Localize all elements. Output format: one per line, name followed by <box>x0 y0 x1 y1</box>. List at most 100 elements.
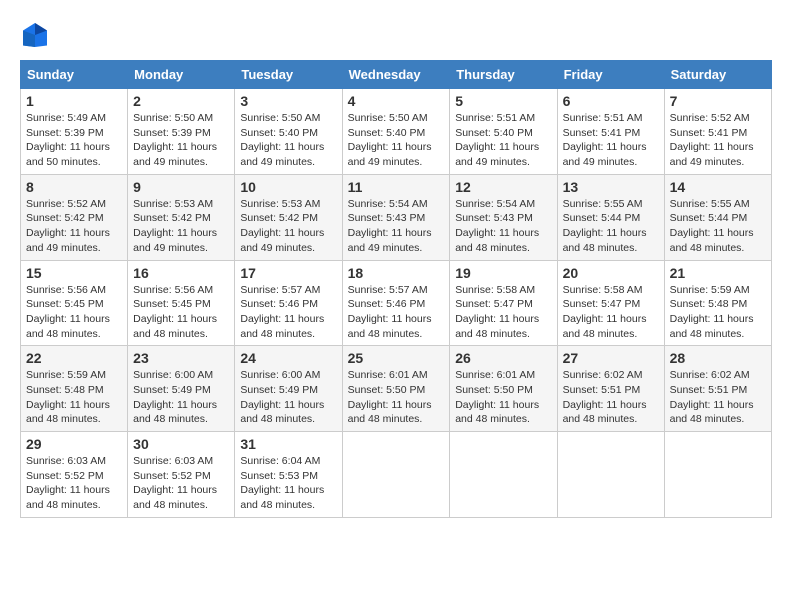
logo-icon <box>20 20 50 50</box>
day-info: Sunrise: 5:53 AM Sunset: 5:42 PM Dayligh… <box>133 197 229 256</box>
calendar-cell: 6 Sunrise: 5:51 AM Sunset: 5:41 PM Daylig… <box>557 89 664 175</box>
calendar-cell: 18 Sunrise: 5:57 AM Sunset: 5:46 PM Dayli… <box>342 260 450 346</box>
calendar-cell: 28Sunrise: 6:02 AM Sunset: 5:51 PM Dayli… <box>664 346 771 432</box>
day-number: 12 <box>455 179 551 195</box>
header-monday: Monday <box>128 61 235 89</box>
calendar-cell: 7Sunrise: 5:52 AM Sunset: 5:41 PM Daylig… <box>664 89 771 175</box>
day-number: 16 <box>133 265 229 281</box>
calendar-cell: 13 Sunrise: 5:55 AM Sunset: 5:44 PM Dayli… <box>557 174 664 260</box>
day-number: 24 <box>240 350 336 366</box>
day-number: 2 <box>133 93 229 109</box>
day-info: Sunrise: 5:57 AM Sunset: 5:46 PM Dayligh… <box>240 283 336 342</box>
calendar-cell: 25 Sunrise: 6:01 AM Sunset: 5:50 PM Dayli… <box>342 346 450 432</box>
day-number: 31 <box>240 436 336 452</box>
calendar-cell: 5 Sunrise: 5:51 AM Sunset: 5:40 PM Daylig… <box>450 89 557 175</box>
day-info: Sunrise: 5:56 AM Sunset: 5:45 PM Dayligh… <box>26 283 122 342</box>
calendar-cell: 29 Sunrise: 6:03 AM Sunset: 5:52 PM Dayli… <box>21 432 128 518</box>
day-number: 21 <box>670 265 766 281</box>
calendar-cell: 12 Sunrise: 5:54 AM Sunset: 5:43 PM Dayli… <box>450 174 557 260</box>
page-header <box>20 20 772 50</box>
calendar-cell: 17 Sunrise: 5:57 AM Sunset: 5:46 PM Dayli… <box>235 260 342 346</box>
calendar-week-row: 1 Sunrise: 5:49 AM Sunset: 5:39 PM Daylig… <box>21 89 772 175</box>
calendar-cell: 24 Sunrise: 6:00 AM Sunset: 5:49 PM Dayli… <box>235 346 342 432</box>
day-number: 5 <box>455 93 551 109</box>
calendar-cell: 11 Sunrise: 5:54 AM Sunset: 5:43 PM Dayli… <box>342 174 450 260</box>
day-info: Sunrise: 5:55 AM Sunset: 5:44 PM Dayligh… <box>563 197 659 256</box>
day-number: 25 <box>348 350 445 366</box>
day-number: 26 <box>455 350 551 366</box>
calendar-cell: 14 Sunrise: 5:55 AM Sunset: 5:44 PM Dayli… <box>664 174 771 260</box>
day-info: Sunrise: 6:04 AM Sunset: 5:53 PM Dayligh… <box>240 454 336 513</box>
day-info: Sunrise: 5:55 AM Sunset: 5:44 PM Dayligh… <box>670 197 766 256</box>
day-number: 29 <box>26 436 122 452</box>
day-number: 22 <box>26 350 122 366</box>
day-number: 27 <box>563 350 659 366</box>
day-number: 23 <box>133 350 229 366</box>
day-info: Sunrise: 6:03 AM Sunset: 5:52 PM Dayligh… <box>133 454 229 513</box>
calendar-cell <box>557 432 664 518</box>
day-info: Sunrise: 5:54 AM Sunset: 5:43 PM Dayligh… <box>455 197 551 256</box>
day-info: Sunrise: 5:50 AM Sunset: 5:40 PM Dayligh… <box>240 111 336 170</box>
day-number: 10 <box>240 179 336 195</box>
day-number: 4 <box>348 93 445 109</box>
day-number: 1 <box>26 93 122 109</box>
calendar-cell: 22Sunrise: 5:59 AM Sunset: 5:48 PM Dayli… <box>21 346 128 432</box>
day-number: 19 <box>455 265 551 281</box>
header-saturday: Saturday <box>664 61 771 89</box>
calendar-cell: 15 Sunrise: 5:56 AM Sunset: 5:45 PM Dayli… <box>21 260 128 346</box>
day-number: 15 <box>26 265 122 281</box>
header-tuesday: Tuesday <box>235 61 342 89</box>
day-info: Sunrise: 6:01 AM Sunset: 5:50 PM Dayligh… <box>348 368 445 427</box>
calendar-cell: 1 Sunrise: 5:49 AM Sunset: 5:39 PM Daylig… <box>21 89 128 175</box>
header-thursday: Thursday <box>450 61 557 89</box>
calendar-cell: 19 Sunrise: 5:58 AM Sunset: 5:47 PM Dayli… <box>450 260 557 346</box>
calendar-table: SundayMondayTuesdayWednesdayThursdayFrid… <box>20 60 772 518</box>
day-number: 3 <box>240 93 336 109</box>
day-info: Sunrise: 6:01 AM Sunset: 5:50 PM Dayligh… <box>455 368 551 427</box>
day-number: 28 <box>670 350 766 366</box>
calendar-cell: 23Sunrise: 6:00 AM Sunset: 5:49 PM Dayli… <box>128 346 235 432</box>
day-number: 13 <box>563 179 659 195</box>
calendar-cell <box>342 432 450 518</box>
day-info: Sunrise: 5:56 AM Sunset: 5:45 PM Dayligh… <box>133 283 229 342</box>
calendar-cell: 3 Sunrise: 5:50 AM Sunset: 5:40 PM Daylig… <box>235 89 342 175</box>
day-number: 30 <box>133 436 229 452</box>
day-number: 9 <box>133 179 229 195</box>
day-info: Sunrise: 5:59 AM Sunset: 5:48 PM Dayligh… <box>670 283 766 342</box>
calendar-week-row: 8 Sunrise: 5:52 AM Sunset: 5:42 PM Daylig… <box>21 174 772 260</box>
day-info: Sunrise: 5:52 AM Sunset: 5:42 PM Dayligh… <box>26 197 122 256</box>
day-number: 18 <box>348 265 445 281</box>
day-number: 11 <box>348 179 445 195</box>
day-number: 17 <box>240 265 336 281</box>
calendar-cell: 21 Sunrise: 5:59 AM Sunset: 5:48 PM Dayli… <box>664 260 771 346</box>
calendar-week-row: 22Sunrise: 5:59 AM Sunset: 5:48 PM Dayli… <box>21 346 772 432</box>
calendar-cell: 4 Sunrise: 5:50 AM Sunset: 5:40 PM Daylig… <box>342 89 450 175</box>
day-info: Sunrise: 5:58 AM Sunset: 5:47 PM Dayligh… <box>455 283 551 342</box>
day-info: Sunrise: 5:49 AM Sunset: 5:39 PM Dayligh… <box>26 111 122 170</box>
header-friday: Friday <box>557 61 664 89</box>
calendar-cell: 16 Sunrise: 5:56 AM Sunset: 5:45 PM Dayli… <box>128 260 235 346</box>
day-info: Sunrise: 5:51 AM Sunset: 5:40 PM Dayligh… <box>455 111 551 170</box>
day-info: Sunrise: 6:00 AM Sunset: 5:49 PM Dayligh… <box>240 368 336 427</box>
header-sunday: Sunday <box>21 61 128 89</box>
calendar-cell <box>450 432 557 518</box>
calendar-cell: 27 Sunrise: 6:02 AM Sunset: 5:51 PM Dayli… <box>557 346 664 432</box>
header-wednesday: Wednesday <box>342 61 450 89</box>
day-number: 14 <box>670 179 766 195</box>
day-info: Sunrise: 5:58 AM Sunset: 5:47 PM Dayligh… <box>563 283 659 342</box>
calendar-cell: 10Sunrise: 5:53 AM Sunset: 5:42 PM Dayli… <box>235 174 342 260</box>
day-info: Sunrise: 5:54 AM Sunset: 5:43 PM Dayligh… <box>348 197 445 256</box>
day-info: Sunrise: 5:50 AM Sunset: 5:40 PM Dayligh… <box>348 111 445 170</box>
calendar-week-row: 15 Sunrise: 5:56 AM Sunset: 5:45 PM Dayli… <box>21 260 772 346</box>
calendar-cell: 30 Sunrise: 6:03 AM Sunset: 5:52 PM Dayli… <box>128 432 235 518</box>
day-info: Sunrise: 5:52 AM Sunset: 5:41 PM Dayligh… <box>670 111 766 170</box>
day-info: Sunrise: 5:50 AM Sunset: 5:39 PM Dayligh… <box>133 111 229 170</box>
day-info: Sunrise: 6:02 AM Sunset: 5:51 PM Dayligh… <box>563 368 659 427</box>
logo <box>20 20 54 50</box>
day-number: 8 <box>26 179 122 195</box>
day-info: Sunrise: 6:03 AM Sunset: 5:52 PM Dayligh… <box>26 454 122 513</box>
day-info: Sunrise: 5:57 AM Sunset: 5:46 PM Dayligh… <box>348 283 445 342</box>
day-info: Sunrise: 5:51 AM Sunset: 5:41 PM Dayligh… <box>563 111 659 170</box>
calendar-cell: 26 Sunrise: 6:01 AM Sunset: 5:50 PM Dayli… <box>450 346 557 432</box>
day-number: 6 <box>563 93 659 109</box>
